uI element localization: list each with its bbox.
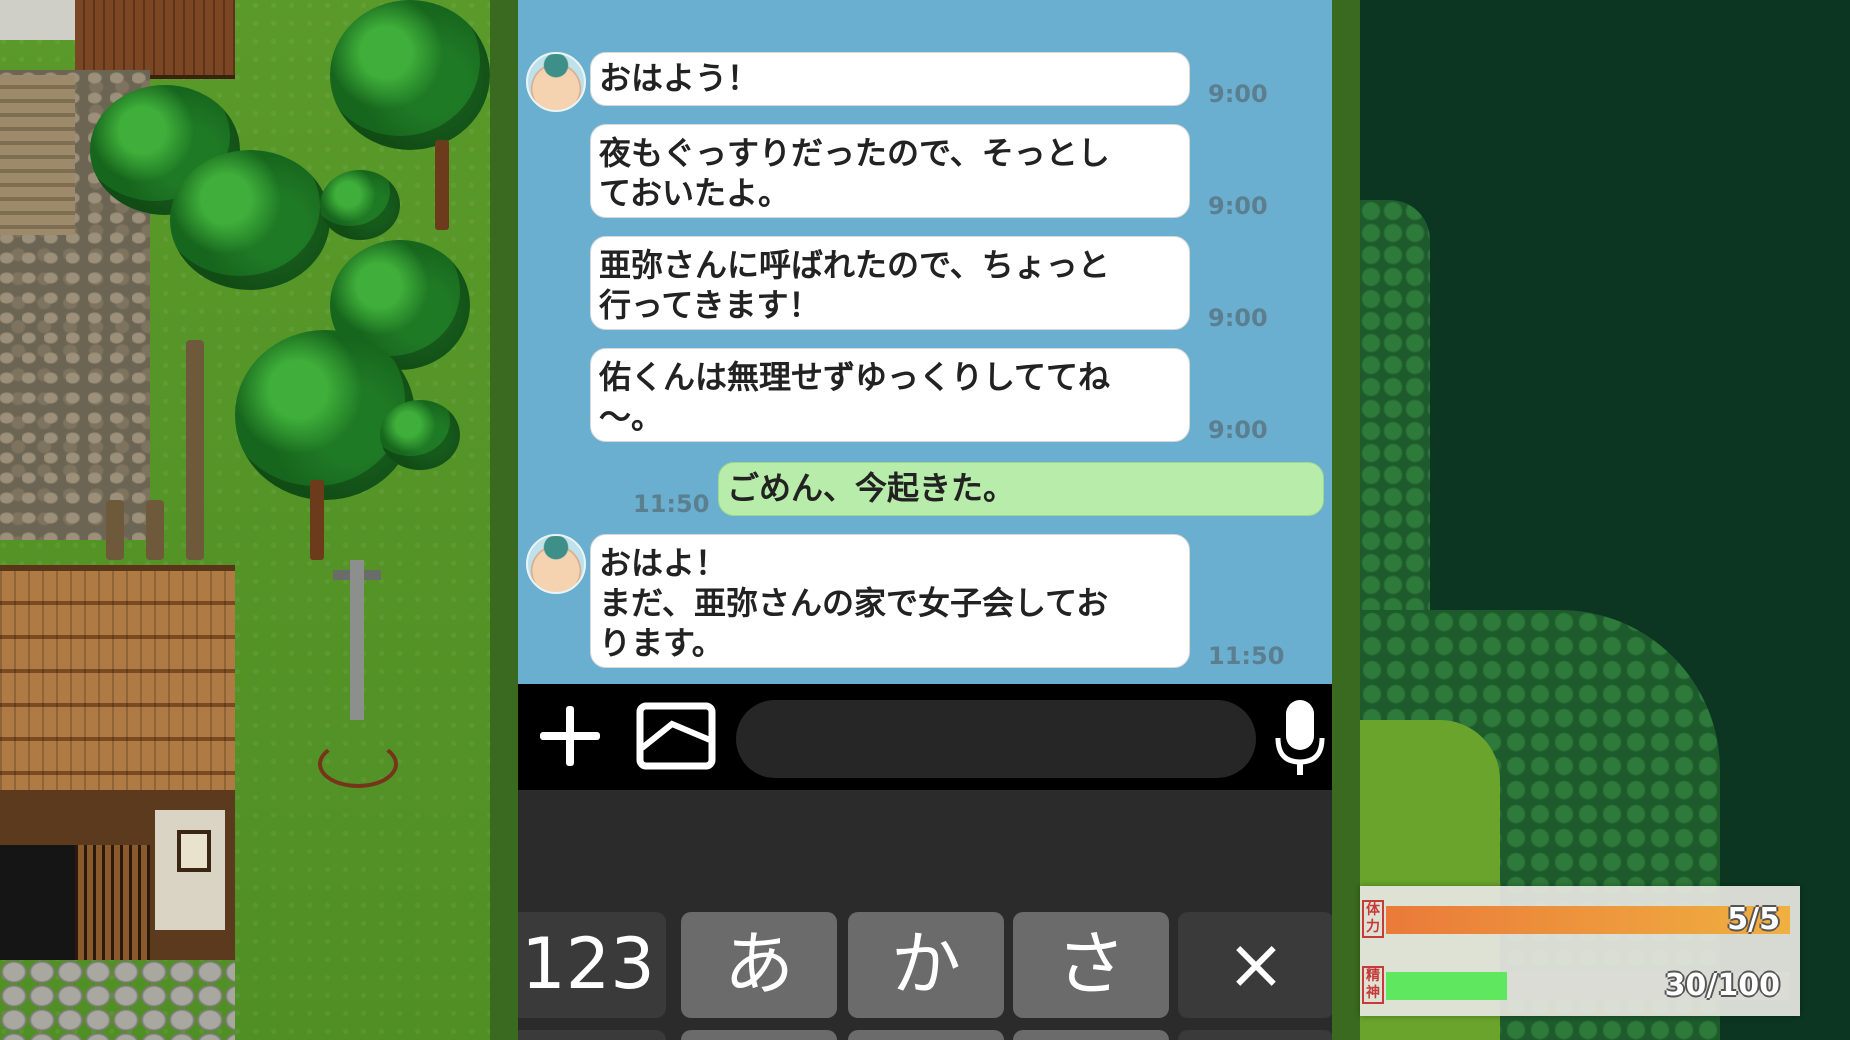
friend-avatar[interactable] xyxy=(526,534,586,594)
message-time: 11:50 xyxy=(1208,642,1285,670)
chat-input-bar xyxy=(518,684,1332,790)
message-input[interactable] xyxy=(736,700,1256,778)
tree-trunk xyxy=(310,480,324,560)
keyboard-row xyxy=(518,1030,666,1040)
keyboard-row xyxy=(1013,1030,1169,1040)
house-roof xyxy=(0,565,235,796)
message-bubble: おはよ！ まだ、亜弥さんの家で女子会してお ります。 xyxy=(590,534,1190,668)
utility-pole xyxy=(350,560,364,720)
message-time: 9:00 xyxy=(1208,80,1268,108)
key-numbers[interactable]: 123 xyxy=(518,912,666,1018)
building-wall xyxy=(0,0,75,40)
hp-value: 5/5 xyxy=(1727,902,1780,937)
mp-seal: 精神 xyxy=(1362,966,1384,1004)
stone-paving xyxy=(0,960,235,1040)
tree xyxy=(330,0,490,150)
game-map-right xyxy=(1360,0,1850,1040)
bicycle xyxy=(318,740,398,788)
house-doorway xyxy=(0,845,75,960)
status-panel: 体力 5/5 精神 30/100 xyxy=(1360,886,1800,1016)
own-message-bubble: ごめん、今起きた。 xyxy=(718,462,1324,516)
hp-seal: 体力 xyxy=(1362,900,1384,938)
mp-bar-fill xyxy=(1386,972,1508,1000)
chat-log[interactable]: おはよう！ 9:00 夜もぐっすりだったので、そっとし ておいたよ。 9:00 … xyxy=(518,0,1332,684)
mp-bar: 30/100 xyxy=(1386,968,1790,1003)
mp-value: 30/100 xyxy=(1664,968,1780,1003)
house-window xyxy=(155,810,225,930)
keyboard: 123 あ か さ × xyxy=(518,790,1332,1040)
keyboard-row xyxy=(681,1030,837,1040)
fence-post xyxy=(146,500,164,560)
key-a[interactable]: あ xyxy=(681,912,837,1018)
tree xyxy=(170,150,330,290)
friend-avatar[interactable] xyxy=(526,52,586,112)
key-ka[interactable]: か xyxy=(848,912,1004,1018)
game-map-left xyxy=(0,0,490,1040)
message-time: 11:50 xyxy=(633,490,710,518)
message-bubble: おはよう！ xyxy=(590,52,1190,106)
bush xyxy=(380,400,460,470)
message-bubble: 佑くんは無理せずゆっくりしててね 〜。 xyxy=(590,348,1190,442)
message-bubble: 亜弥さんに呼ばれたので、ちょっと 行ってきます！ xyxy=(590,236,1190,330)
message-time: 9:00 xyxy=(1208,192,1268,220)
hp-bar: 5/5 xyxy=(1386,902,1790,937)
bush xyxy=(320,170,400,240)
message-time: 9:00 xyxy=(1208,416,1268,444)
plus-icon[interactable] xyxy=(530,696,610,776)
key-delete[interactable]: × xyxy=(1178,912,1332,1018)
message-bubble: 夜もぐっすりだったので、そっとし ておいたよ。 xyxy=(590,124,1190,218)
image-icon[interactable] xyxy=(636,702,716,770)
fence-post xyxy=(186,340,204,560)
microphone-icon[interactable] xyxy=(1270,698,1330,780)
keyboard-row xyxy=(1178,1030,1332,1040)
lattice-window xyxy=(75,845,150,960)
building-roof xyxy=(75,0,235,79)
key-sa[interactable]: さ xyxy=(1013,912,1169,1018)
message-time: 9:00 xyxy=(1208,304,1268,332)
keyboard-row xyxy=(848,1030,1004,1040)
phone-screen: おはよう！ 9:00 夜もぐっすりだったので、そっとし ておいたよ。 9:00 … xyxy=(518,0,1332,1040)
tree-trunk xyxy=(435,140,449,230)
stone-stairs xyxy=(0,75,75,235)
fence-post xyxy=(106,500,124,560)
